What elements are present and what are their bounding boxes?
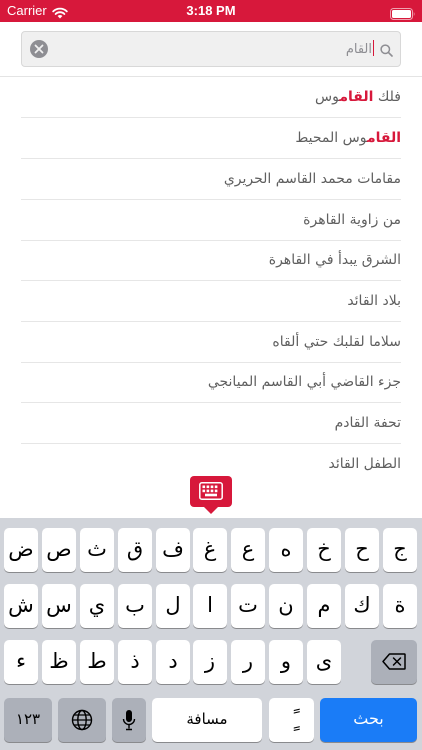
key[interactable]: ص — [42, 528, 76, 572]
key[interactable]: ط — [80, 640, 114, 684]
result-item[interactable]: جزء القاضي أبي القاسم الميانجي — [21, 362, 401, 403]
key[interactable]: ر — [231, 640, 265, 684]
space-key[interactable]: مسافة — [152, 698, 262, 742]
key[interactable]: غ — [193, 528, 227, 572]
result-label: الطفل القائد — [328, 456, 401, 472]
key[interactable]: ش — [4, 584, 38, 628]
result-label: القاموس المحيط — [295, 130, 401, 146]
keyboard-toggle-button[interactable] — [190, 476, 232, 516]
key[interactable]: ء — [4, 640, 38, 684]
numbers-key[interactable]: ١٢٣ — [4, 698, 52, 742]
key[interactable]: خ — [307, 528, 341, 572]
key[interactable]: ك — [345, 584, 379, 628]
key[interactable]: ى — [307, 640, 341, 684]
result-item[interactable]: من زاوية القاهرة — [21, 200, 401, 241]
result-label: تحفة القادم — [334, 415, 401, 431]
key[interactable]: ظ — [42, 640, 76, 684]
result-item[interactable]: بلاد القائد — [21, 281, 401, 322]
key[interactable]: ن — [269, 584, 303, 628]
backspace-icon — [382, 653, 406, 670]
search-query: القام — [345, 42, 372, 57]
result-label: من زاوية القاهرة — [303, 212, 401, 228]
key[interactable]: ع — [231, 528, 265, 572]
search-key[interactable]: بحث — [320, 698, 417, 742]
key[interactable]: ف — [156, 528, 190, 572]
keyboard-toggle-pointer — [204, 507, 218, 514]
key[interactable]: ق — [118, 528, 152, 572]
result-label: بلاد القائد — [347, 293, 401, 309]
match-highlight: القام — [339, 89, 374, 105]
key[interactable]: س — [42, 584, 76, 628]
clock: 3:18 PM — [186, 3, 236, 18]
result-label: سلاما لقلبك حتي ألقاه — [272, 334, 401, 350]
key[interactable]: ز — [193, 640, 227, 684]
key[interactable]: ل — [156, 584, 190, 628]
results-list: فلك القاموس القاموس المحيط مقامات محمد ا… — [0, 77, 422, 475]
key[interactable]: ا — [193, 584, 227, 628]
key[interactable]: ذ — [118, 640, 152, 684]
key[interactable]: ي — [80, 584, 114, 628]
key[interactable]: ج — [383, 528, 417, 572]
keyboard-icon — [199, 482, 223, 500]
match-highlight: القام — [366, 130, 401, 146]
result-item[interactable]: الطفل القائد — [21, 444, 401, 475]
result-item[interactable]: الشرق يبدأ في القاهرة — [21, 240, 401, 281]
search-icon — [380, 42, 393, 61]
status-bar: Carrier 3:18 PM — [0, 0, 422, 22]
tanween-key[interactable]: ًٍ — [269, 698, 314, 742]
search-input[interactable]: القام — [346, 40, 374, 57]
result-item[interactable]: سلاما لقلبك حتي ألقاه — [21, 322, 401, 363]
text-cursor — [373, 40, 374, 56]
key[interactable]: ت — [231, 584, 265, 628]
key[interactable]: د — [156, 640, 190, 684]
globe-icon — [71, 709, 93, 731]
key[interactable]: م — [307, 584, 341, 628]
result-item[interactable]: فلك القاموس — [21, 77, 401, 118]
key[interactable]: ح — [345, 528, 379, 572]
key[interactable]: ب — [118, 584, 152, 628]
result-label: الشرق يبدأ في القاهرة — [268, 252, 401, 268]
key[interactable]: ة — [383, 584, 417, 628]
search-area: القام — [0, 22, 422, 77]
clear-search-icon[interactable] — [30, 40, 48, 58]
result-item[interactable]: تحفة القادم — [21, 403, 401, 444]
key[interactable]: ث — [80, 528, 114, 572]
result-label: فلك القاموس — [315, 89, 401, 105]
result-label: جزء القاضي أبي القاسم الميانجي — [207, 374, 401, 390]
globe-key[interactable] — [58, 698, 106, 742]
key[interactable]: و — [269, 640, 303, 684]
search-field[interactable]: القام — [21, 31, 401, 67]
result-item[interactable]: القاموس المحيط — [21, 118, 401, 159]
result-item[interactable]: مقامات محمد القاسم الحريري — [21, 159, 401, 200]
backspace-key[interactable] — [371, 640, 417, 684]
key[interactable]: ه — [269, 528, 303, 572]
arabic-keyboard: ج ح خ ه ع غ ف ق ث ص ض ة ك م ن ت ا ل ب ي … — [0, 518, 422, 750]
result-label: مقامات محمد القاسم الحريري — [223, 171, 401, 187]
dictation-key[interactable] — [112, 698, 146, 742]
microphone-icon — [122, 710, 136, 731]
key[interactable]: ض — [4, 528, 38, 572]
